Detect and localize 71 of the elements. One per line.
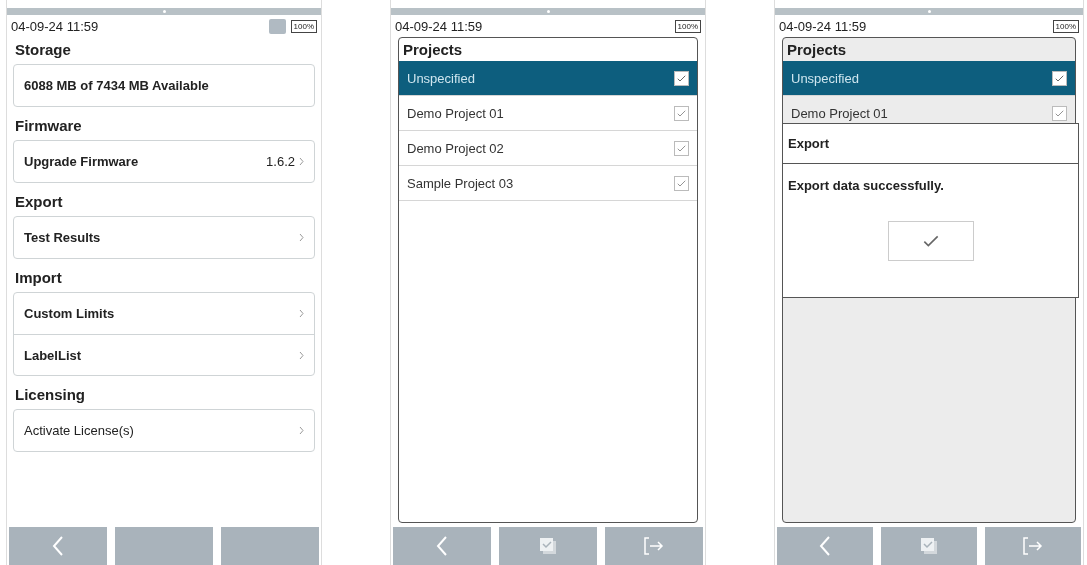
- checkbox-stack-icon: [920, 537, 938, 555]
- section-heading: Import: [15, 269, 63, 286]
- settings-row[interactable]: 6088 MB of 7434 MB Available: [14, 65, 314, 106]
- chevron-icon: [299, 233, 304, 242]
- exit-icon: [1023, 537, 1043, 555]
- footer-button[interactable]: [9, 527, 107, 565]
- row-label: Activate License(s): [24, 423, 134, 438]
- settings-row[interactable]: Custom Limits: [14, 293, 314, 334]
- checkbox[interactable]: [1052, 70, 1067, 86]
- check-icon: [677, 109, 686, 117]
- version-value: 1.6.2: [266, 154, 295, 169]
- check-icon: [922, 235, 939, 247]
- battery-indicator: 100%: [290, 19, 317, 33]
- chevron-icon: [299, 309, 304, 318]
- project-row[interactable]: Unspecified: [399, 61, 697, 96]
- row-label: Custom Limits: [24, 306, 115, 321]
- row-label: Test Results: [24, 230, 101, 245]
- project-row[interactable]: Unspecified: [783, 61, 1075, 96]
- project-name: Sample Project 03: [407, 175, 514, 191]
- date-time: 04-09-24 11:59: [11, 18, 99, 34]
- row-label: Upgrade Firmware: [24, 154, 139, 169]
- project-name: Demo Project 01: [791, 105, 888, 121]
- project-name: Unspecified: [791, 70, 859, 86]
- exit-icon: [644, 537, 664, 555]
- chevron-icon: [299, 157, 304, 166]
- footer-button[interactable]: [221, 527, 319, 565]
- chevron-icon: [299, 350, 304, 360]
- row-label: LabelList: [24, 347, 82, 363]
- dialog-message: Export data successfully.: [787, 177, 945, 195]
- row-label: 6088 MB of 7434 MB Available: [24, 78, 209, 93]
- check-icon: [1055, 74, 1064, 82]
- panel-title: Projects: [786, 40, 848, 60]
- section-heading: Export: [15, 193, 64, 210]
- settings-row[interactable]: Upgrade Firmware 1.6.2: [14, 141, 314, 182]
- battery-indicator: 100%: [1052, 19, 1079, 33]
- settings-row[interactable]: LabelList: [14, 334, 314, 375]
- project-name: Demo Project 01: [407, 105, 504, 121]
- check-icon: [677, 179, 686, 187]
- checkbox[interactable]: [674, 175, 689, 191]
- battery-indicator: 100%: [674, 19, 701, 33]
- project-name: Demo Project 02: [407, 140, 504, 156]
- back-icon: [52, 535, 64, 557]
- footer-button[interactable]: [777, 527, 873, 565]
- section-heading: Licensing: [15, 386, 86, 403]
- back-icon: [819, 535, 831, 557]
- footer-button[interactable]: [115, 527, 213, 565]
- date-time: 04-09-24 11:59: [395, 18, 483, 34]
- section-heading: Storage: [15, 41, 72, 58]
- footer-button[interactable]: [881, 527, 977, 565]
- section-heading: Firmware: [15, 117, 83, 134]
- panel-title: Projects: [402, 40, 464, 60]
- footer-button[interactable]: [393, 527, 491, 565]
- checkbox[interactable]: [1052, 105, 1067, 121]
- checkbox-stack-icon: [539, 537, 557, 555]
- chevron-icon: [299, 426, 304, 435]
- back-icon: [436, 535, 448, 557]
- check-icon: [677, 74, 686, 82]
- project-name: Unspecified: [407, 70, 475, 86]
- checkbox[interactable]: [674, 70, 689, 86]
- check-icon: [677, 144, 686, 152]
- settings-row[interactable]: Activate License(s): [14, 410, 314, 451]
- ok-button[interactable]: [887, 221, 974, 261]
- checkbox[interactable]: [674, 140, 689, 156]
- dialog-title: Export: [783, 124, 1078, 164]
- settings-row[interactable]: Test Results: [14, 217, 314, 258]
- date-time: 04-09-24 11:59: [779, 18, 867, 34]
- checkbox[interactable]: [674, 105, 689, 121]
- footer-button[interactable]: [499, 527, 597, 565]
- footer-button[interactable]: [985, 527, 1081, 565]
- check-icon: [1055, 109, 1064, 117]
- footer-button[interactable]: [605, 527, 703, 565]
